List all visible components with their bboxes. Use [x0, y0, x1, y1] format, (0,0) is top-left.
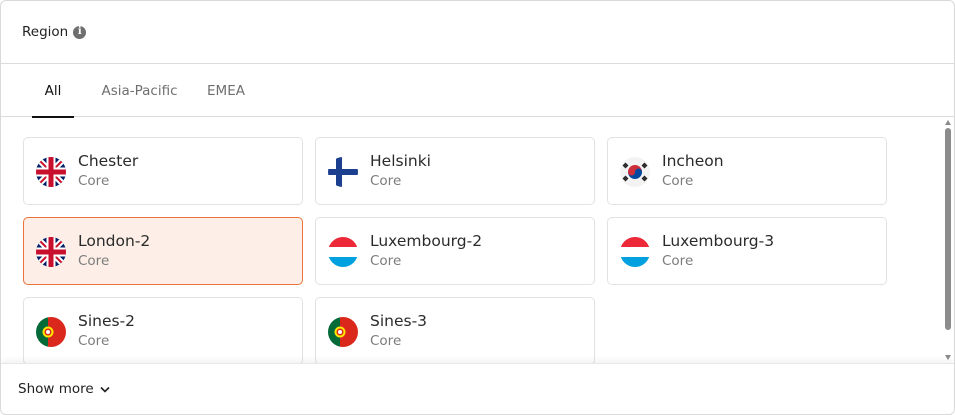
- region-tier: Core: [370, 333, 402, 349]
- region-name: Sines-2: [78, 312, 136, 330]
- panel-header: Region i: [1, 1, 954, 64]
- info-icon[interactable]: i: [73, 25, 87, 39]
- tab-asia-pacific[interactable]: Asia-Pacific: [96, 64, 183, 117]
- luxembourg-flag-icon: [620, 237, 650, 267]
- region-card-london-2[interactable]: London-2 Core: [23, 217, 303, 285]
- tab-all[interactable]: All: [32, 64, 74, 118]
- region-name: Luxembourg-2: [370, 232, 483, 250]
- luxembourg-flag-icon: [328, 237, 358, 267]
- region-tier: Core: [370, 253, 402, 269]
- grid-scrollbar[interactable]: [942, 118, 954, 363]
- region-name: Sines-3: [370, 312, 428, 330]
- region-card-sines-2[interactable]: Sines-2 Core: [23, 297, 303, 363]
- region-name: Chester: [78, 152, 139, 170]
- uk-flag-icon: [36, 237, 66, 267]
- south-korea-flag-icon: [620, 157, 650, 187]
- region-card-helsinki[interactable]: Helsinki Core: [315, 137, 595, 205]
- scroll-up-icon[interactable]: [945, 120, 951, 125]
- finland-flag-icon: [328, 157, 358, 187]
- scrollbar-thumb[interactable]: [945, 128, 951, 330]
- region-tier: Core: [662, 173, 694, 189]
- region-tier: Core: [78, 173, 110, 189]
- show-more-button[interactable]: Show more: [18, 381, 110, 397]
- region-name: Incheon: [662, 152, 724, 170]
- panel-footer: Show more: [1, 363, 954, 414]
- show-more-label: Show more: [18, 381, 94, 397]
- tab-label: Asia-Pacific: [101, 82, 178, 99]
- region-tier: Core: [78, 333, 110, 349]
- region-name: Luxembourg-3: [662, 232, 775, 250]
- scroll-down-icon[interactable]: [945, 355, 951, 360]
- region-card-sines-3[interactable]: Sines-3 Core: [315, 297, 595, 363]
- uk-flag-icon: [36, 157, 66, 187]
- region-card-incheon[interactable]: Incheon Core: [607, 137, 887, 205]
- region-tier: Core: [78, 253, 110, 269]
- region-tier: Core: [370, 173, 402, 189]
- region-card-chester[interactable]: Chester Core: [23, 137, 303, 205]
- region-title: Region: [22, 24, 69, 40]
- region-picker-panel: Region i All Asia-Pacific EMEA Chester C…: [0, 0, 955, 415]
- tab-emea[interactable]: EMEA: [202, 64, 250, 117]
- region-tabs: All Asia-Pacific EMEA: [1, 64, 954, 118]
- tab-label: All: [44, 82, 62, 99]
- region-card-luxembourg-2[interactable]: Luxembourg-2 Core: [315, 217, 595, 285]
- tab-label: EMEA: [207, 82, 245, 99]
- region-name: Helsinki: [370, 152, 431, 170]
- portugal-flag-icon: [328, 317, 358, 347]
- region-name: London-2: [78, 232, 151, 250]
- portugal-flag-icon: [36, 317, 66, 347]
- region-grid: Chester Core Helsinki Core Incheon Core …: [1, 118, 941, 363]
- chevron-down-icon: [100, 381, 110, 397]
- region-tier: Core: [662, 253, 694, 269]
- region-card-luxembourg-3[interactable]: Luxembourg-3 Core: [607, 217, 887, 285]
